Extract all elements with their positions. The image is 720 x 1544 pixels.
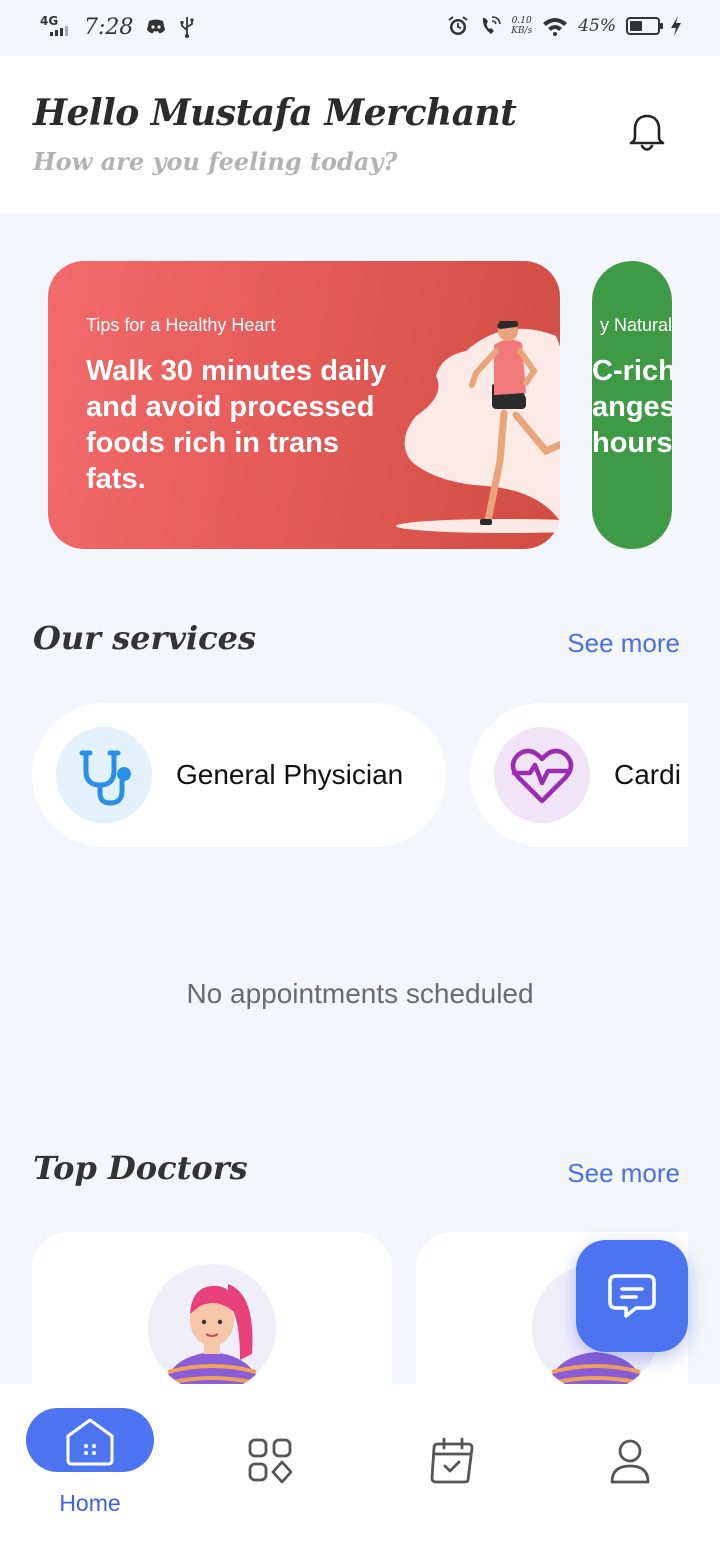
usb-icon: [180, 17, 195, 38]
tip-category: Tips for a Healthy Heart: [86, 315, 276, 335]
doctor-card[interactable]: [32, 1232, 392, 1392]
service-general-physician[interactable]: General Physician: [32, 703, 446, 847]
greeting-title: Hello Mustafa Merchant: [33, 92, 517, 134]
nav-home-button[interactable]: [26, 1408, 154, 1472]
network-speed: 0.10 KB/s: [511, 16, 533, 36]
charging-icon: [671, 16, 681, 36]
wifi-call-icon: [483, 16, 501, 34]
battery-percent: 45%: [578, 16, 616, 36]
status-time: 7:28: [84, 14, 134, 40]
stethoscope-icon: [56, 727, 152, 823]
tip-text: C-rich anges hours: [592, 355, 672, 459]
tip-text: Walk 30 minutes daily and avoid processe…: [86, 355, 387, 495]
chat-icon: [608, 1274, 656, 1318]
alarm-icon: [448, 16, 468, 35]
doctors-see-more-link[interactable]: See more: [567, 1158, 680, 1189]
home-icon: [66, 1418, 114, 1466]
bottom-navigation: Home: [0, 1384, 720, 1544]
categories-icon[interactable]: [246, 1436, 294, 1486]
status-bar: 4G 7:28 0.10 KB/s 45%: [0, 0, 720, 56]
tip-card-heart[interactable]: Tips for a Healthy Heart Walk 30 minutes…: [48, 261, 560, 549]
wifi-icon: [543, 18, 568, 36]
runner-illustration: [396, 321, 560, 533]
header: Hello Mustafa Merchant How are you feeli…: [0, 56, 720, 213]
cellular-signal-icon: 4G: [40, 14, 72, 40]
discord-icon: [147, 19, 166, 34]
service-label: General Physician: [176, 759, 404, 790]
chat-fab-button[interactable]: [576, 1240, 688, 1352]
services-see-more-link[interactable]: See more: [567, 628, 680, 659]
tip-card-vitamin[interactable]: y Naturall C-rich anges hours: [592, 261, 672, 549]
services-section-title: Our services: [33, 619, 256, 657]
doctors-section-title: Top Doctors: [33, 1149, 248, 1187]
service-cardiology[interactable]: Cardi: [470, 703, 688, 847]
no-appointments-message: No appointments scheduled: [186, 978, 534, 1009]
services-list[interactable]: General Physician Cardi: [0, 703, 688, 847]
doctor-avatar: [148, 1264, 276, 1392]
health-tips-carousel[interactable]: Tips for a Healthy Heart Walk 30 minutes…: [0, 261, 720, 549]
battery-icon: [626, 17, 663, 35]
calendar-check-icon[interactable]: [428, 1436, 476, 1486]
nav-home-label[interactable]: Home: [26, 1490, 154, 1517]
service-label: Cardi: [614, 759, 681, 790]
heart-pulse-icon: [494, 727, 590, 823]
bell-icon[interactable]: [624, 110, 670, 156]
tip-category: y Naturall: [600, 315, 672, 335]
greeting-subtitle: How are you feeling today?: [33, 147, 398, 176]
user-icon[interactable]: [606, 1436, 654, 1486]
